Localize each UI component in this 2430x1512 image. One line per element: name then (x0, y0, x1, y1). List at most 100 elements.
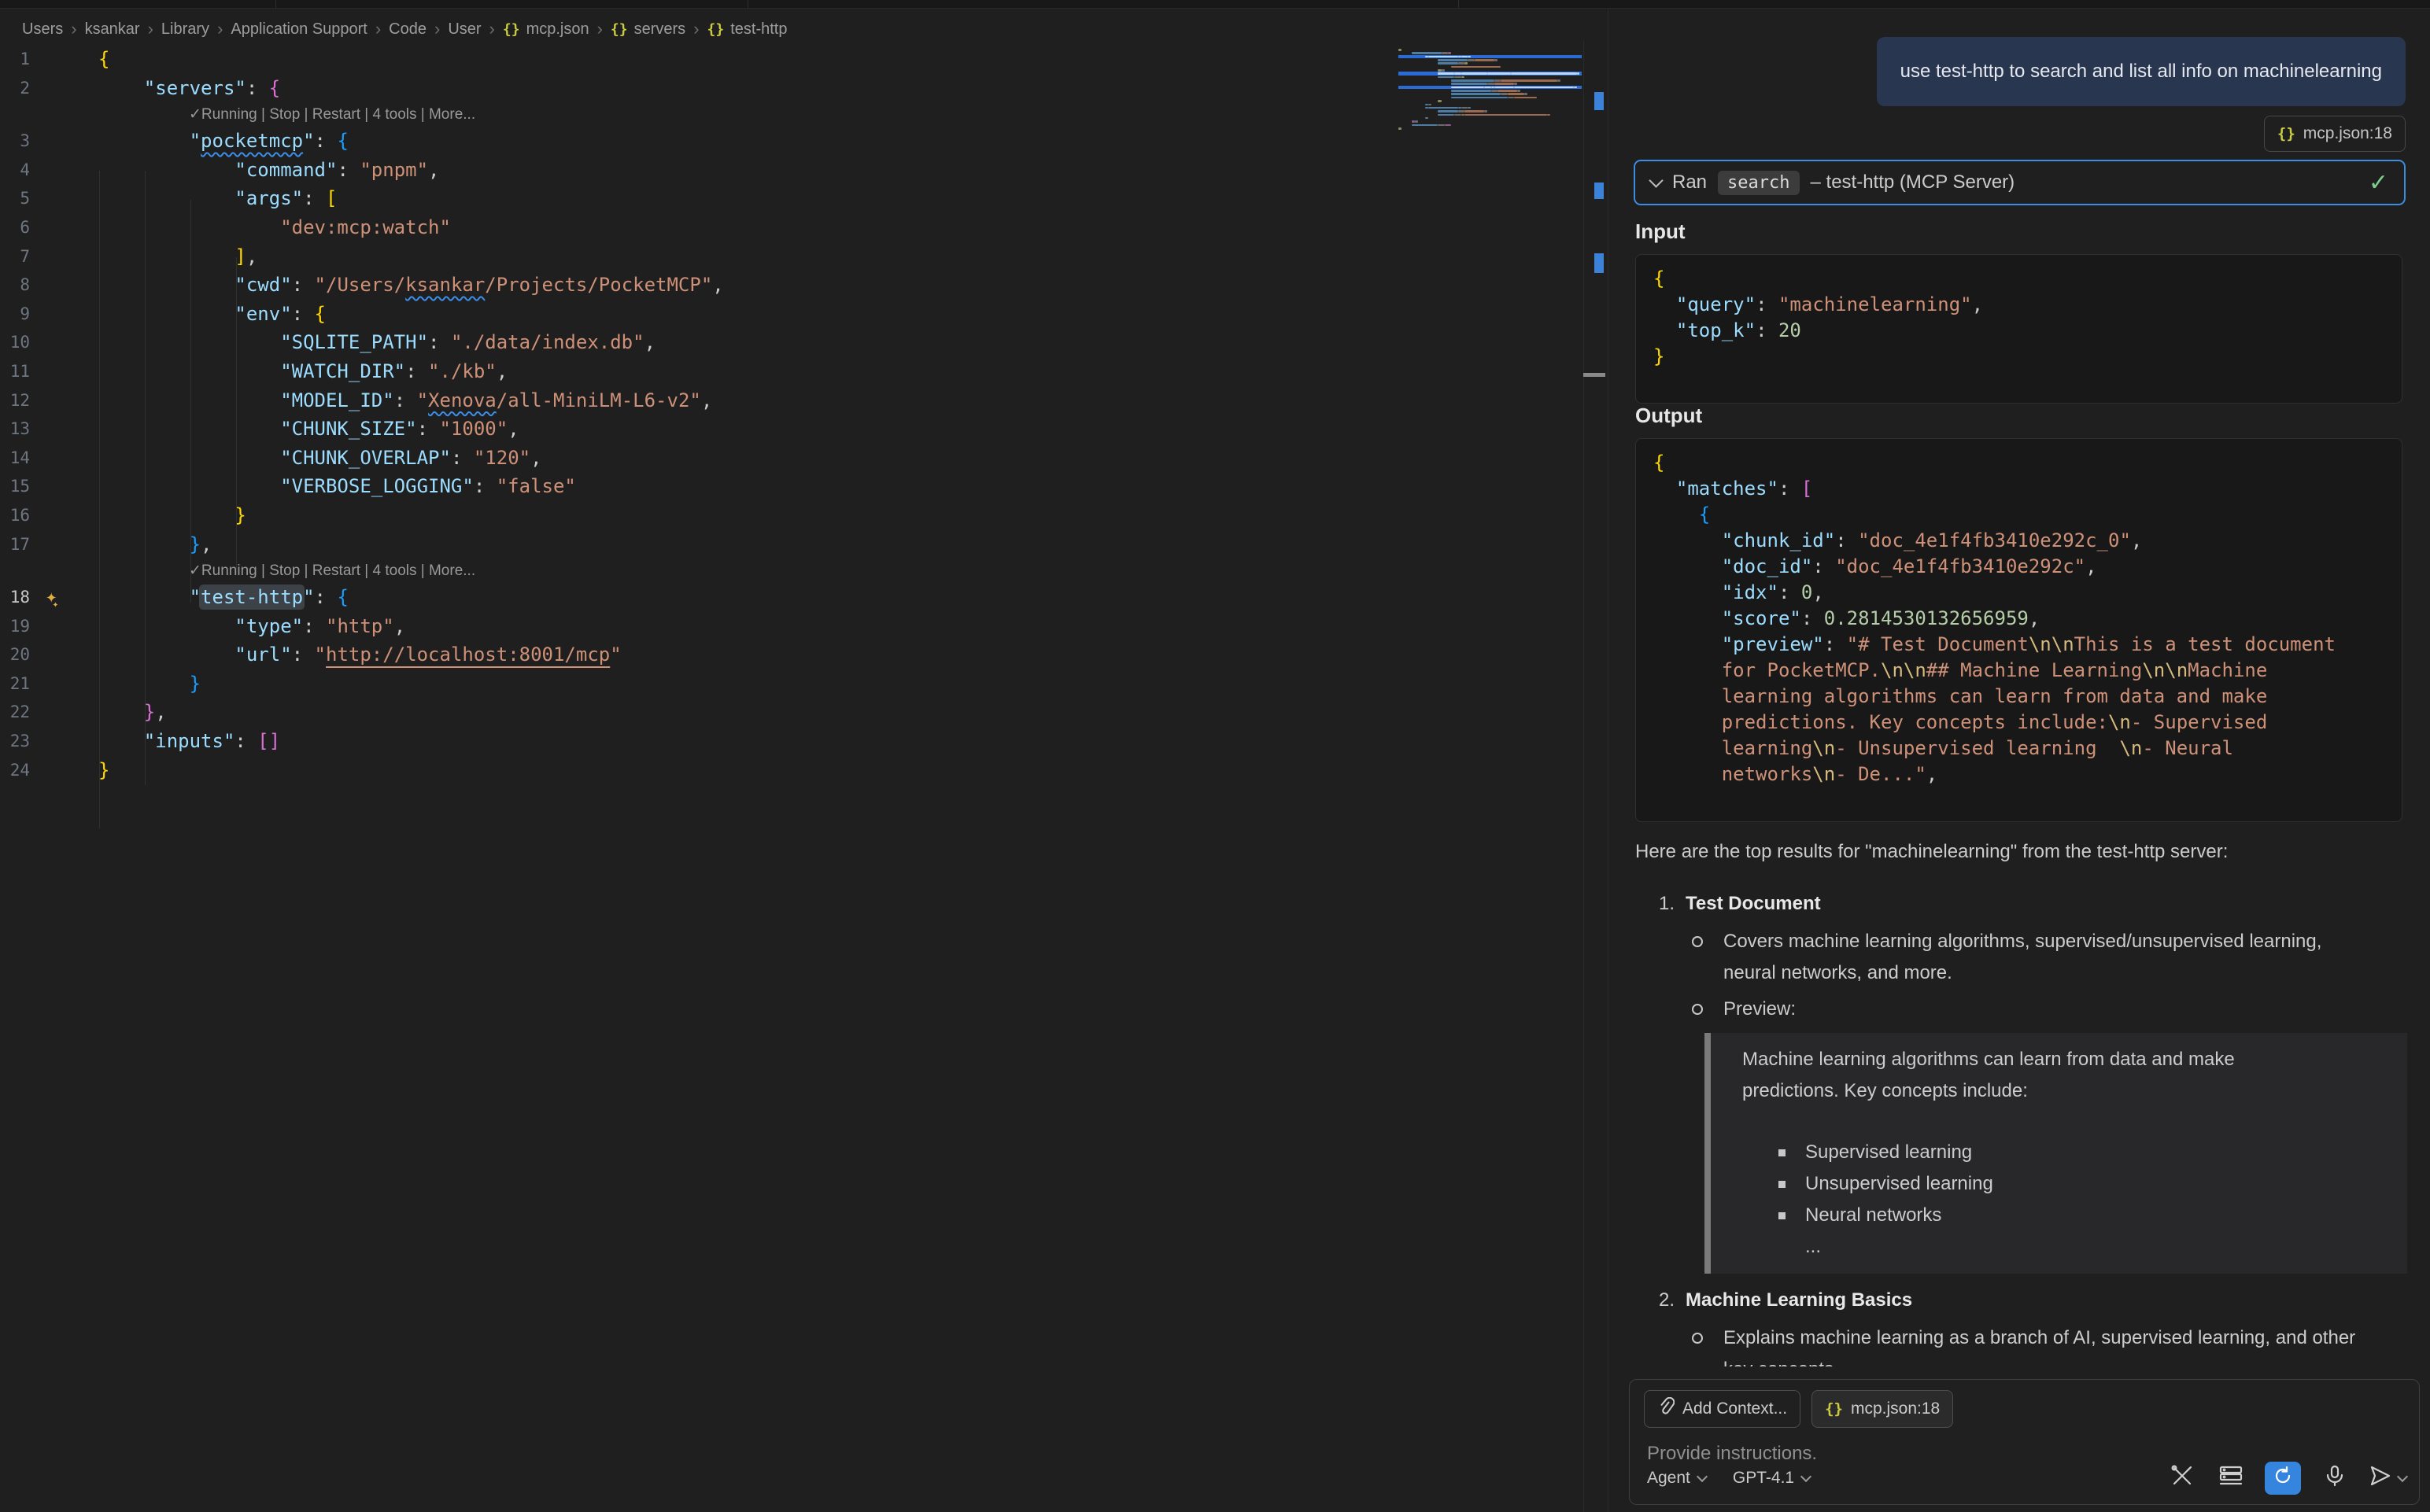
overview-ruler-mark (1594, 92, 1604, 110)
chevron-down-icon (1649, 173, 1663, 187)
model-picker[interactable]: GPT-4.1 (1733, 1469, 1810, 1488)
chevron-down-icon (2397, 1471, 2408, 1482)
chat-input-area: Add Context... {} mcp.json:18 Provide in… (1608, 1366, 2430, 1512)
code-line[interactable]: 23 "inputs": [] (0, 727, 1607, 756)
line-number: 22 (0, 698, 30, 727)
code-line[interactable]: 14 "CHUNK_OVERLAP": "120", (0, 444, 1607, 473)
breadcrumb-item[interactable]: Application Support (231, 20, 367, 39)
mcp-servers-button[interactable] (2216, 1463, 2246, 1493)
code-line[interactable]: 5 "args": [ (0, 184, 1607, 213)
code-line[interactable]: 10 "SQLITE_PATH": "./data/index.db", (0, 328, 1607, 357)
breadcrumb-separator: › (217, 21, 223, 37)
code-line[interactable]: 8 "cwd": "/Users/ksankar/Projects/Pocket… (0, 271, 1607, 300)
line-number: 24 (0, 756, 30, 785)
codelens-actions[interactable]: ✓Running | Stop | Restart | 4 tools | Mo… (0, 559, 1607, 583)
chat-panel: use test-http to search and list all inf… (1608, 9, 2430, 1512)
chevron-down-icon (1697, 1471, 1708, 1482)
chat-input-box[interactable]: Add Context... {} mcp.json:18 Provide in… (1629, 1379, 2420, 1505)
line-number: 10 (0, 328, 30, 357)
code-line[interactable]: 21 } (0, 669, 1607, 699)
code-line[interactable]: 22 }, (0, 698, 1607, 727)
code-line[interactable]: 11 "WATCH_DIR": "./kb", (0, 357, 1607, 386)
overview-ruler-mark (1594, 183, 1604, 199)
breadcrumb-separator: › (597, 21, 603, 37)
breadcrumb-item[interactable]: Code (389, 20, 427, 39)
breadcrumb-separator: › (693, 21, 699, 37)
breadcrumb[interactable]: Users › ksankar › Library › Application Suppor… (22, 17, 787, 42)
code-line[interactable]: 4 "command": "pnpm", (0, 156, 1607, 185)
line-number: 13 (0, 415, 30, 444)
window-top-strip (0, 0, 2430, 9)
json-braces-icon: {} (611, 21, 628, 38)
code-editor[interactable]: 1{2 "servers": {✓Running | Stop | Restar… (0, 45, 1607, 784)
breadcrumb-separator: › (71, 21, 76, 37)
code-line[interactable]: 6 "dev:mcp:watch" (0, 213, 1607, 242)
breadcrumb-item[interactable]: {}mcp.json (503, 20, 589, 39)
code-line[interactable]: 15 "VERBOSE_LOGGING": "false" (0, 472, 1607, 501)
user-message-bubble: use test-http to search and list all inf… (1877, 37, 2406, 106)
sync-loop-icon (2272, 1465, 2294, 1492)
code-line[interactable]: 7 ], (0, 242, 1607, 271)
line-number: 23 (0, 727, 30, 756)
code-line[interactable]: 17 }, (0, 530, 1607, 559)
attached-context-chip[interactable]: {} mcp.json:18 (1811, 1390, 1953, 1428)
context-reference-badge[interactable]: {} mcp.json:18 (2264, 116, 2406, 152)
breadcrumb-item[interactable]: Library (161, 20, 209, 39)
breadcrumb-item[interactable]: {}servers (611, 20, 685, 39)
microphone-button[interactable] (2320, 1463, 2350, 1493)
server-stack-icon (2218, 1464, 2244, 1493)
breadcrumb-item[interactable]: {}test-http (707, 20, 788, 39)
square-bullet-icon (1778, 1212, 1786, 1219)
code-line[interactable]: 1{ (0, 45, 1607, 74)
result-bullet: Preview: (1635, 994, 2407, 1025)
input-section-heading: Input (1635, 219, 1686, 244)
tool-call-header[interactable]: Ran search – test-http (MCP Server) ✓ (1634, 160, 2406, 205)
code-line[interactable]: 2 "servers": { (0, 74, 1607, 103)
breadcrumb-item[interactable]: User (448, 20, 481, 39)
tab-separator (1458, 0, 1459, 8)
line-number: 18 (0, 583, 30, 612)
tool-name-chip: search (1718, 171, 1799, 195)
code-line[interactable]: 19 "type": "http", (0, 612, 1607, 641)
attached-context-label: mcp.json:18 (1851, 1400, 1940, 1418)
result-title: Test Document (1686, 893, 1821, 914)
line-number: 14 (0, 444, 30, 473)
code-line[interactable]: 16 } (0, 501, 1607, 530)
breadcrumb-item[interactable]: Users (22, 20, 63, 39)
codelens-actions[interactable]: ✓Running | Stop | Restart | 4 tools | Mo… (0, 102, 1607, 127)
json-braces-icon: {} (1825, 1400, 1843, 1418)
add-context-label: Add Context... (1682, 1400, 1787, 1418)
code-line[interactable]: 9 "env": { (0, 300, 1607, 329)
indent-guide (236, 257, 237, 573)
code-line[interactable]: 18✦✦ "test-http": { (0, 583, 1607, 612)
code-line[interactable]: 20 "url": "http://localhost:8001/mcp" (0, 640, 1607, 669)
line-number: 2 (0, 74, 30, 103)
configure-tools-button[interactable] (2167, 1463, 2197, 1493)
mode-picker[interactable]: Agent (1647, 1469, 1706, 1488)
add-context-button[interactable]: Add Context... (1644, 1390, 1800, 1428)
indent-guide (145, 171, 146, 785)
breadcrumb-separator: › (489, 21, 495, 37)
send-button[interactable] (2369, 1464, 2406, 1493)
line-number: 17 (0, 530, 30, 559)
scrollbar-handle[interactable] (1583, 373, 1605, 377)
circle-bullet-icon (1692, 1333, 1703, 1344)
minimap[interactable] (1398, 48, 1582, 142)
code-line[interactable]: 24} (0, 756, 1607, 785)
microphone-icon (2324, 1464, 2346, 1493)
context-reference-label: mcp.json:18 (2303, 124, 2392, 143)
breadcrumb-item[interactable]: ksankar (85, 20, 140, 39)
auto-approve-button[interactable] (2265, 1462, 2301, 1495)
code-line[interactable]: 12 "MODEL_ID": "Xenova/all-MiniLM-L6-v2"… (0, 386, 1607, 415)
code-line[interactable]: 3 "pocketmcp": { (0, 127, 1607, 156)
result-title: Machine Learning Basics (1686, 1289, 1912, 1311)
output-section-heading: Output (1635, 404, 1702, 428)
tool-call-prefix: Ran (1672, 171, 1707, 194)
minimap-divider (1583, 40, 1584, 1512)
tool-output-codeblock[interactable]: { "matches": [ { "chunk_id": "doc_4e1f4f… (1635, 438, 2402, 822)
assistant-response-intro: Here are the top results for "machinelea… (1635, 836, 2407, 868)
line-number: 4 (0, 156, 30, 185)
line-number: 5 (0, 184, 30, 213)
code-line[interactable]: 13 "CHUNK_SIZE": "1000", (0, 415, 1607, 444)
tab-separator (275, 0, 276, 8)
